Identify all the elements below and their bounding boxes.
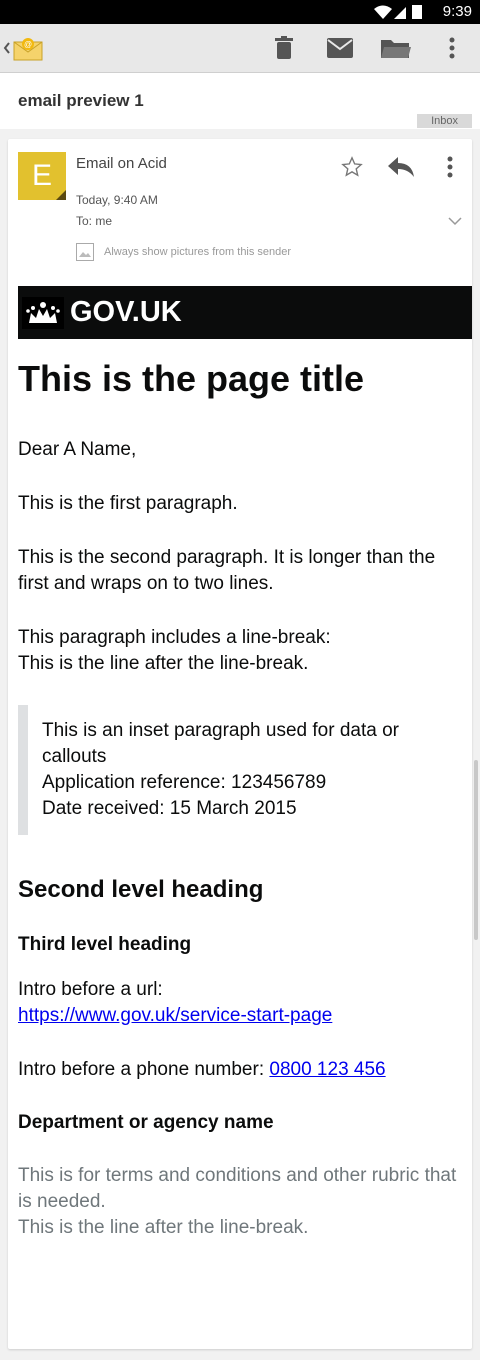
govuk-header: GOV.UK (18, 286, 472, 339)
second-level-heading: Second level heading (18, 876, 264, 903)
show-pictures-row[interactable]: Always show pictures from this sender (76, 243, 291, 261)
recipient: To: me (76, 214, 113, 228)
inbox-label[interactable]: Inbox (417, 114, 472, 128)
avatar[interactable]: E (18, 152, 66, 200)
inset-line-2: Application reference: 123456789 (42, 772, 327, 793)
greeting: Dear A Name, (18, 439, 137, 460)
message-date: Today, 9:40 AM (76, 193, 158, 207)
govuk-logo-text[interactable]: GOV.UK (70, 296, 182, 329)
overflow-menu-icon[interactable] (436, 32, 468, 64)
inset-text: This is an inset paragraph used for data… (18, 705, 458, 835)
sender-name[interactable]: Email on Acid (76, 155, 167, 172)
rubric-line-2: This is the line after the line-break. (18, 1217, 309, 1238)
scrollbar[interactable] (474, 760, 478, 940)
paragraph-3-line1: This paragraph includes a line-break: (18, 627, 331, 648)
department-name: Department or agency name (18, 1112, 274, 1133)
label-bar: Inbox (0, 114, 480, 130)
message-overflow-icon[interactable] (434, 151, 466, 183)
svg-text:@: @ (24, 40, 32, 49)
paragraph-3: This paragraph includes a line-break: Th… (18, 625, 458, 677)
phone-link[interactable]: 0800 123 456 (269, 1059, 385, 1080)
status-icons (372, 4, 432, 20)
paragraph-3-line2: This is the line after the line-break. (18, 653, 309, 674)
third-level-heading: Third level heading (18, 934, 192, 955)
mail-app-icon[interactable]: @ (12, 32, 44, 64)
wifi-icon (374, 5, 392, 19)
show-pictures-link[interactable]: Always show pictures from this sender (104, 246, 291, 258)
crown-icon (22, 296, 64, 329)
mark-unread-icon[interactable] (324, 32, 356, 64)
page-title: This is the page title (18, 358, 365, 399)
image-placeholder-icon (76, 243, 94, 261)
battery-icon (412, 5, 422, 19)
status-time: 9:39 (442, 3, 472, 20)
email-subject: email preview 1 (18, 91, 144, 110)
delete-icon[interactable] (268, 32, 300, 64)
paragraph-2: This is the second paragraph. It is long… (18, 547, 436, 594)
paragraph-1: This is the first paragraph. (18, 493, 238, 514)
inset-line-3: Date received: 15 March 2015 (42, 798, 297, 819)
expand-details-icon[interactable] (448, 213, 462, 231)
inset-line-1: This is an inset paragraph used for data… (42, 720, 399, 767)
avatar-letter: E (31, 159, 52, 192)
app-toolbar: @ (0, 24, 480, 73)
url-paragraph: Intro before a url: https://www.gov.uk/s… (18, 977, 458, 1029)
reply-icon[interactable] (385, 151, 417, 183)
signal-icon (394, 7, 406, 19)
phone-paragraph: Intro before a phone number: 0800 123 45… (18, 1057, 458, 1083)
service-url-link[interactable]: https://www.gov.uk/service-start-page (18, 1005, 332, 1026)
url-intro: Intro before a url: (18, 979, 163, 1000)
email-body: This is the page title Dear A Name, This… (18, 357, 458, 1241)
message-card: E Email on Acid Today, 9:40 AM To: me Al… (8, 139, 472, 1349)
move-folder-icon[interactable] (380, 32, 412, 64)
star-icon[interactable] (336, 151, 368, 183)
avatar-corner (56, 190, 66, 200)
rubric-line-1: This is for terms and conditions and oth… (18, 1165, 457, 1212)
status-bar: 9:39 (0, 0, 480, 24)
phone-intro: Intro before a phone number: (18, 1059, 270, 1080)
rubric-text: This is for terms and conditions and oth… (18, 1163, 458, 1241)
